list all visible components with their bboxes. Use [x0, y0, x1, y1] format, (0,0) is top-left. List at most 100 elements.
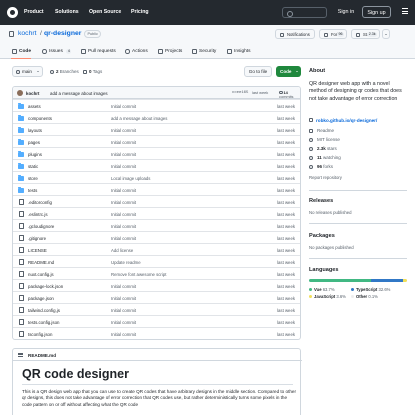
commit-message[interactable]: Initial commit [111, 212, 136, 217]
commit-hash[interactable]: ccee165 [232, 91, 248, 96]
file-name[interactable]: package-lock.json [28, 284, 63, 290]
table-row[interactable]: package-lock.json Initial commit last week [13, 279, 300, 291]
file-name[interactable]: LICENSE [28, 248, 47, 254]
repo-owner-link[interactable]: kochrt [18, 30, 37, 38]
file-name[interactable]: .editorconfig [28, 200, 52, 206]
report-repository-link[interactable]: Report repository [309, 175, 342, 180]
file-name[interactable]: store [28, 176, 38, 182]
table-row[interactable]: components add a message about images last… [13, 111, 300, 123]
commit-message[interactable]: Initial commit [111, 332, 136, 337]
tab-issues[interactable]: Issues 4 [41, 46, 72, 59]
nav-open-source[interactable]: Open Source [89, 9, 121, 16]
language-item[interactable]: JavaScript 3.6% [309, 294, 346, 299]
nav-product[interactable]: Product [24, 9, 44, 16]
table-row[interactable]: README.md Update readme last week [13, 255, 300, 267]
commit-message[interactable]: Update readme [111, 260, 141, 265]
commit-message[interactable]: Local image uploads [111, 176, 150, 181]
file-name[interactable]: pages [28, 140, 40, 146]
watchers-link[interactable]: 11 watching [309, 155, 341, 163]
file-name[interactable]: .gcloudignore [28, 224, 54, 230]
file-name[interactable]: tsconfig.json [28, 332, 52, 338]
commit-message[interactable]: Initial commit [111, 308, 136, 313]
search-input[interactable] [282, 7, 327, 18]
notifications-button[interactable]: Notifications [275, 29, 315, 39]
commit-message[interactable]: add a message about images [50, 91, 108, 97]
commit-message[interactable]: Initial commit [111, 152, 136, 157]
commit-message[interactable]: Initial commit [111, 104, 136, 109]
file-name[interactable]: static [28, 164, 38, 170]
file-name[interactable]: plugins [28, 152, 42, 158]
star-button[interactable]: Star 2.3k [351, 29, 380, 39]
file-name[interactable]: tests [28, 188, 37, 194]
github-logo-icon[interactable] [7, 7, 18, 18]
file-name[interactable]: tests.config.json [28, 320, 59, 326]
file-name[interactable]: tailwind.config.js [28, 308, 60, 314]
file-name[interactable]: assets [28, 104, 41, 110]
table-row[interactable]: LICENSE Add license last week [13, 243, 300, 255]
table-row[interactable]: assets Initial commit last week [13, 99, 300, 111]
table-row[interactable]: pages Initial commit last week [13, 135, 300, 147]
table-row[interactable]: package.json Initial commit last week [13, 291, 300, 303]
file-name[interactable]: .gitignore [28, 236, 46, 242]
code-button[interactable]: Code [276, 66, 301, 77]
commit-message[interactable]: Remove font awesome script [111, 272, 166, 277]
table-row[interactable]: .gcloudignore Initial commit last week [13, 219, 300, 231]
star-dropdown-button[interactable] [382, 29, 390, 39]
commit-message[interactable]: add a message about images [111, 116, 167, 121]
commit-message[interactable]: Initial commit [111, 224, 136, 229]
commit-author[interactable]: kochrt [26, 91, 39, 97]
table-row[interactable]: .gitignore Initial commit last week [13, 231, 300, 243]
stars-link[interactable]: 2.3k stars [309, 146, 337, 154]
table-row[interactable]: tailwind.config.js Initial commit last wee… [13, 303, 300, 315]
commit-message[interactable]: Add license [111, 248, 133, 253]
table-row[interactable]: tests Initial commit last week [13, 183, 300, 195]
table-row[interactable]: nuxt.config.js Remove font awesome script… [13, 267, 300, 279]
commit-message[interactable]: Initial commit [111, 296, 136, 301]
commit-message[interactable]: Initial commit [111, 284, 136, 289]
language-item[interactable]: Vue 63.7% [309, 287, 335, 292]
tab-pull-requests[interactable]: Pull requests [80, 46, 116, 59]
go-to-file-button[interactable]: Go to file [244, 66, 272, 77]
table-row[interactable]: store Local image uploads last week [13, 171, 300, 183]
tab-insights[interactable]: Insights [226, 46, 251, 59]
table-row[interactable]: tsconfig.json Initial commit last week [13, 327, 300, 339]
file-name[interactable]: .eslintrc.js [28, 212, 48, 218]
branch-selector[interactable]: main [12, 66, 43, 77]
file-name[interactable]: layouts [28, 128, 42, 134]
repo-name-link[interactable]: qr-designer [44, 30, 81, 38]
commit-message[interactable]: Initial commit [111, 200, 136, 205]
tab-code[interactable]: Code [11, 46, 31, 59]
file-name[interactable]: nuxt.config.js [28, 272, 54, 278]
commit-message[interactable]: Initial commit [111, 320, 136, 325]
table-row[interactable]: layouts Initial commit last week [13, 123, 300, 135]
nav-pricing[interactable]: Pricing [131, 9, 149, 16]
file-name[interactable]: README.md [28, 260, 54, 266]
table-row[interactable]: static Initial commit last week [13, 159, 300, 171]
avatar[interactable] [17, 90, 23, 96]
table-row[interactable]: .editorconfig Initial commit last week [13, 195, 300, 207]
releases-heading[interactable]: Releases [309, 198, 333, 205]
list-icon[interactable] [18, 352, 23, 358]
commit-message[interactable]: Initial commit [111, 236, 136, 241]
homepage-link[interactable]: robko.github.io/qr-designer/ [316, 118, 377, 124]
license-link[interactable]: MIT license [309, 137, 340, 145]
fork-button[interactable]: Fork 96 [319, 29, 347, 39]
tags-link[interactable]: 0 Tags [83, 66, 102, 77]
forks-link[interactable]: 96 forks [309, 164, 333, 172]
file-name[interactable]: package.json [28, 296, 54, 302]
commit-message[interactable]: Initial commit [111, 164, 136, 169]
tab-security[interactable]: Security [191, 46, 216, 59]
branches-link[interactable]: 2 Branches [50, 66, 79, 77]
tab-actions[interactable]: Actions [124, 46, 148, 59]
table-row[interactable]: plugins Initial commit last week [13, 147, 300, 159]
packages-heading[interactable]: Packages [309, 233, 335, 240]
sign-up-button[interactable]: Sign up [362, 6, 391, 18]
sign-in-link[interactable]: Sign in [333, 6, 359, 18]
nav-solutions[interactable]: Solutions [55, 9, 79, 16]
commit-message[interactable]: Initial commit [111, 128, 136, 133]
language-item[interactable]: TypeScript 32.6% [351, 287, 390, 292]
menu-icon[interactable] [402, 8, 408, 16]
commit-message[interactable]: Initial commit [111, 188, 136, 193]
table-row[interactable]: tests.config.json Initial commit last week [13, 315, 300, 327]
readme-filename[interactable]: README.md [28, 353, 56, 359]
